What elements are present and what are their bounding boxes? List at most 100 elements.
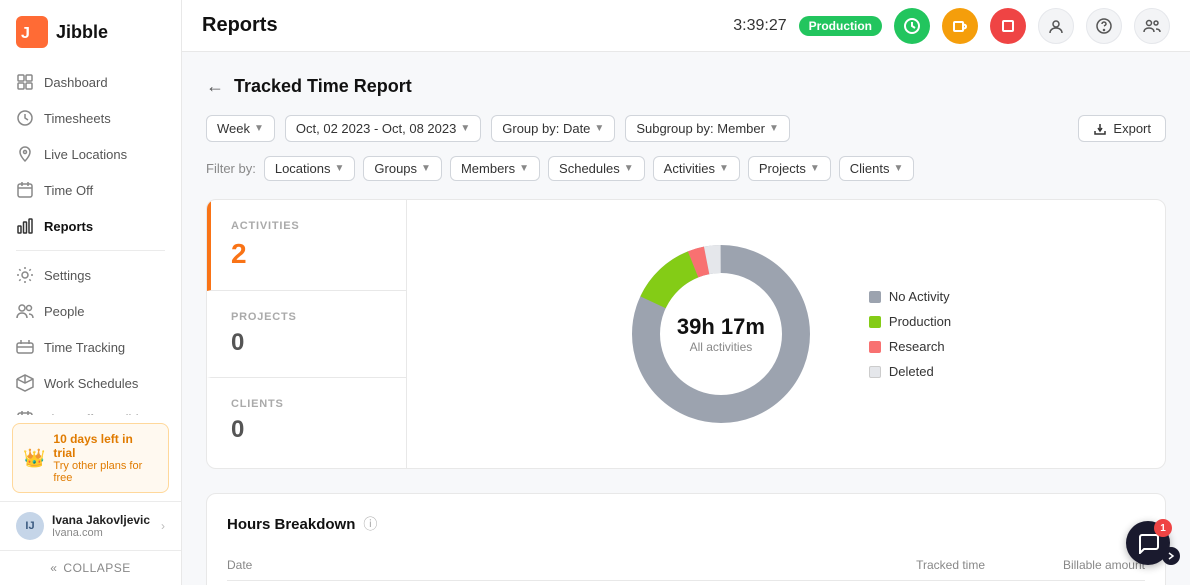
report-header: ← Tracked Time Report <box>206 76 1166 97</box>
avatar: IJ <box>16 512 44 540</box>
user-account-button[interactable] <box>1038 8 1074 44</box>
chat-bubble[interactable]: 1 <box>1126 521 1170 565</box>
sidebar-navigation: Dashboard Timesheets Live Locations Time… <box>0 60 181 415</box>
sidebar-item-label: People <box>44 304 84 319</box>
user-profile[interactable]: IJ Ivana Jakovljevic Ivana.com › <box>0 501 181 550</box>
sidebar-item-label: Timesheets <box>44 111 111 126</box>
legend-item-no-activity: No Activity <box>869 289 951 304</box>
filter-projects[interactable]: Projects ▼ <box>748 156 831 181</box>
filter-schedules[interactable]: Schedules ▼ <box>548 156 645 181</box>
clients-label: CLIENTS <box>231 398 386 410</box>
sidebar-item-work-schedules[interactable]: Work Schedules <box>0 365 181 401</box>
donut-subtitle: All activities <box>677 340 765 354</box>
collapse-label: COLLAPSE <box>63 561 130 575</box>
export-button[interactable]: Export <box>1078 115 1166 142</box>
chart-legend: No Activity Production Research Deleted <box>869 289 951 379</box>
legend-item-production: Production <box>869 314 951 329</box>
sidebar: J Jibble Dashboard Timesheets Live Locat… <box>0 0 182 585</box>
sidebar-item-label: Time Off & Holidays <box>44 412 159 416</box>
content-area: ← Tracked Time Report Week ▼ Oct, 02 202… <box>182 52 1190 585</box>
clients-value: 0 <box>231 416 386 444</box>
legend-label: Deleted <box>889 364 934 379</box>
legend-item-research: Research <box>869 339 951 354</box>
sidebar-item-settings[interactable]: Settings <box>0 257 181 293</box>
sidebar-item-time-off-holidays[interactable]: Time Off & Holidays <box>0 401 181 415</box>
breakdown-title: Hours Breakdown <box>227 516 355 533</box>
trial-title: 10 days left in trial <box>53 432 158 460</box>
chat-expand-icon[interactable] <box>1162 547 1180 565</box>
sidebar-item-timesheets[interactable]: Timesheets <box>0 100 181 136</box>
clock-in-button[interactable] <box>894 8 930 44</box>
sidebar-item-time-off[interactable]: Time Off <box>0 172 181 208</box>
page-title: Reports <box>202 14 278 37</box>
donut-time: 39h 17m <box>677 314 765 340</box>
sidebar-item-label: Time Tracking <box>44 340 125 355</box>
chat-icon <box>1137 532 1159 554</box>
group-by-label: Group by: Date <box>502 121 590 136</box>
sidebar-item-dashboard[interactable]: Dashboard <box>0 64 181 100</box>
help-button[interactable] <box>1086 8 1122 44</box>
period-type-select[interactable]: Week ▼ <box>206 115 275 142</box>
caret-icon: ▼ <box>810 163 820 174</box>
sidebar-item-label: Settings <box>44 268 91 283</box>
holiday-icon <box>16 410 34 415</box>
break-button[interactable] <box>942 8 978 44</box>
filter-locations[interactable]: Locations ▼ <box>264 156 356 181</box>
back-button[interactable]: ← <box>206 76 224 97</box>
chevron-right-icon <box>1166 551 1176 561</box>
caret-icon: ▼ <box>254 123 264 134</box>
stop-button[interactable] <box>990 8 1026 44</box>
breakdown-header: Hours Breakdown ⓘ <box>227 514 1145 534</box>
caret-icon: ▼ <box>769 123 779 134</box>
donut-center: 39h 17m All activities <box>677 314 765 354</box>
breakdown-table-header: Date Tracked time Billable amount <box>227 550 1145 581</box>
sidebar-item-reports[interactable]: Reports <box>0 208 181 244</box>
col-tracked-header: Tracked time <box>825 558 985 572</box>
sidebar-item-people[interactable]: People <box>0 293 181 329</box>
legend-dot <box>869 316 881 328</box>
chevrons-left-icon: « <box>50 561 57 575</box>
trial-subtitle: Try other plans for free <box>53 460 158 484</box>
period-type-label: Week <box>217 121 250 136</box>
filter-activities[interactable]: Activities ▼ <box>653 156 740 181</box>
group-by-select[interactable]: Group by: Date ▼ <box>491 115 615 142</box>
caret-icon: ▼ <box>894 163 904 174</box>
collapse-button[interactable]: « COLLAPSE <box>0 550 181 585</box>
sidebar-item-live-locations[interactable]: Live Locations <box>0 136 181 172</box>
caret-icon: ▼ <box>624 163 634 174</box>
stat-clients[interactable]: CLIENTS 0 <box>207 378 406 464</box>
info-icon[interactable]: ⓘ <box>363 514 377 534</box>
filter-by-label: Filter by: <box>206 161 256 176</box>
user-email: Ivana.com <box>52 527 153 539</box>
sidebar-item-label: Reports <box>44 219 93 234</box>
chart-panel: 39h 17m All activities No Activity Produ… <box>407 200 1165 468</box>
trial-text: 10 days left in trial Try other plans fo… <box>53 432 158 484</box>
filter-by-row: Filter by: Locations ▼ Groups ▼ Members … <box>206 156 1166 181</box>
activities-label: ACTIVITIES <box>231 220 386 232</box>
stat-projects[interactable]: PROJECTS 0 <box>207 291 406 378</box>
user-info: Ivana Jakovljevic Ivana.com <box>52 513 153 539</box>
filter-groups[interactable]: Groups ▼ <box>363 156 442 181</box>
stat-activities[interactable]: ACTIVITIES 2 <box>207 200 406 291</box>
nav-separator <box>16 250 165 251</box>
legend-dot <box>869 366 881 378</box>
filter-members[interactable]: Members ▼ <box>450 156 540 181</box>
date-range-label: Oct, 02 2023 - Oct, 08 2023 <box>296 121 456 136</box>
report-title: Tracked Time Report <box>234 76 412 97</box>
topbar: Reports 3:39:27 Production <box>182 0 1190 52</box>
sidebar-item-label: Live Locations <box>44 147 127 162</box>
sidebar-item-label: Dashboard <box>44 75 108 90</box>
sidebar-item-label: Work Schedules <box>44 376 138 391</box>
filter-clients[interactable]: Clients ▼ <box>839 156 915 181</box>
projects-value: 0 <box>231 329 386 357</box>
team-button[interactable] <box>1134 8 1170 44</box>
subgroup-by-select[interactable]: Subgroup by: Member ▼ <box>625 115 790 142</box>
sidebar-item-time-tracking[interactable]: Time Tracking <box>0 329 181 365</box>
filters-row-1: Week ▼ Oct, 02 2023 - Oct, 08 2023 ▼ Gro… <box>206 115 1166 142</box>
stats-panel: ACTIVITIES 2 PROJECTS 0 CLIENTS 0 <box>207 200 407 468</box>
env-badge[interactable]: Production <box>799 16 882 36</box>
trial-banner[interactable]: 👑 10 days left in trial Try other plans … <box>12 423 169 493</box>
projects-label: PROJECTS <box>231 311 386 323</box>
date-range-select[interactable]: Oct, 02 2023 - Oct, 08 2023 ▼ <box>285 115 481 142</box>
caret-icon: ▼ <box>421 163 431 174</box>
